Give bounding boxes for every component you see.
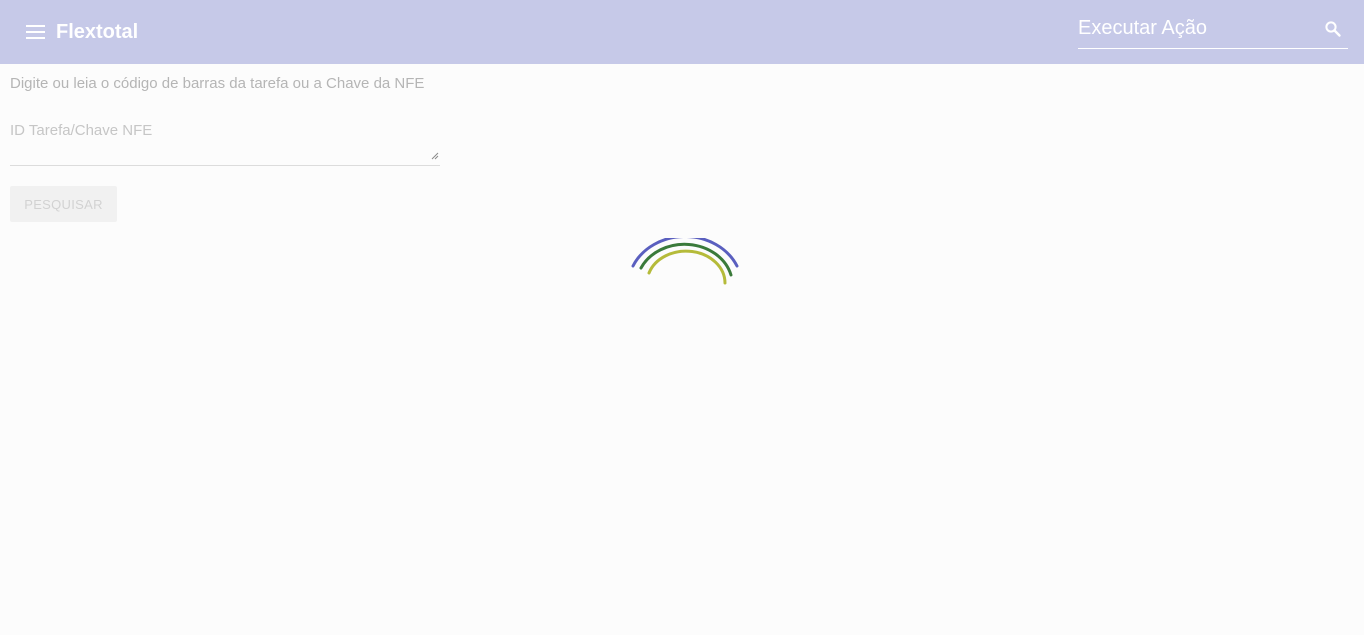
search-icon[interactable] [1324,20,1342,38]
action-search-field [1078,12,1348,49]
spinner-arc-inner [647,249,727,285]
menu-icon [26,25,45,39]
task-id-input[interactable] [10,120,440,162]
menu-button[interactable] [22,20,50,44]
app-header: Flextotal [0,0,1364,64]
instruction-text: Digite ou leia o código de barras da tar… [10,75,425,92]
search-button[interactable]: PESQUISAR [10,186,117,222]
action-search-input[interactable] [1078,12,1314,44]
page: Flextotal Digite ou leia o código de bar… [0,0,1364,635]
spinner-arc-middle [639,242,733,277]
task-id-field [10,120,440,166]
resize-handle-icon[interactable] [431,152,439,160]
loading-spinner [631,238,739,285]
app-title: Flextotal [56,21,139,43]
